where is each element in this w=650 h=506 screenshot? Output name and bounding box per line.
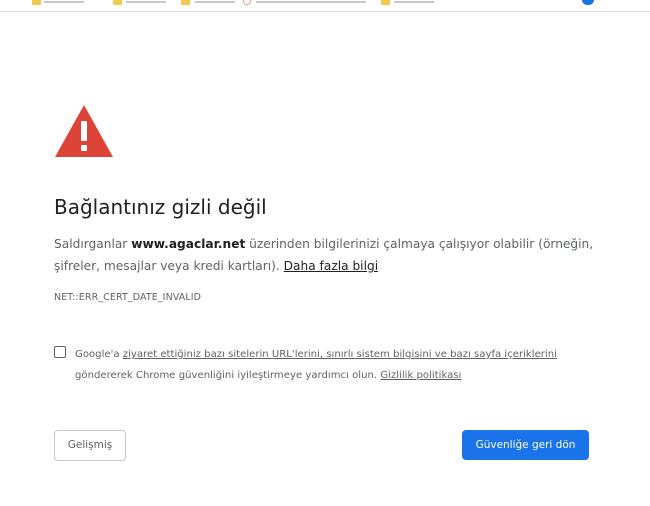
bookmark-label[interactable] (44, 1, 84, 3)
bookmark-folder-icon[interactable] (381, 0, 390, 5)
advanced-button[interactable]: Gelişmiş (54, 430, 126, 461)
page-title: Bağlantınız gizli değil (54, 195, 267, 219)
bookmark-label[interactable] (195, 1, 235, 3)
bookmarks-bar (0, 0, 650, 12)
back-to-safety-button[interactable]: Güvenliğe geri dön (462, 430, 589, 460)
learn-more-link[interactable]: Daha fazla bilgi (284, 259, 378, 273)
error-code: NET::ERR_CERT_DATE_INVALID (54, 292, 202, 303)
privacy-policy-link[interactable]: Gizlilik politikası (380, 370, 461, 381)
bookmark-folder-icon[interactable] (32, 0, 41, 5)
bookmark-label[interactable] (394, 1, 434, 3)
warning-triangle-svg (55, 105, 113, 157)
warning-exclamation-bar (81, 121, 87, 141)
description-prefix: Saldırganlar (54, 237, 132, 251)
error-description: Saldırganlar www.agaclar.net üzerinden b… (54, 233, 594, 277)
bookmark-site-icon[interactable] (243, 0, 251, 5)
warning-triangle-icon (54, 104, 114, 158)
optin-details-link[interactable]: ziyaret ettiğiniz bazı sitelerin URL'ler… (123, 349, 557, 360)
optin-prefix: Google'a (75, 349, 123, 360)
optin-middle: göndererek Chrome güvenliğini iyileştirm… (75, 370, 381, 381)
bookmark-label[interactable] (126, 1, 166, 3)
bookmark-folder-icon[interactable] (181, 0, 190, 5)
site-domain: www.agaclar.net (131, 237, 246, 251)
optin-label: Google'a ziyaret ettiğiniz bazı siteleri… (75, 344, 590, 386)
bookmark-folder-icon[interactable] (113, 0, 122, 5)
optin-checkbox[interactable] (54, 346, 66, 358)
account-avatar-icon[interactable] (582, 0, 594, 5)
bookmark-label[interactable] (256, 1, 366, 3)
warning-exclamation-dot (81, 145, 87, 151)
